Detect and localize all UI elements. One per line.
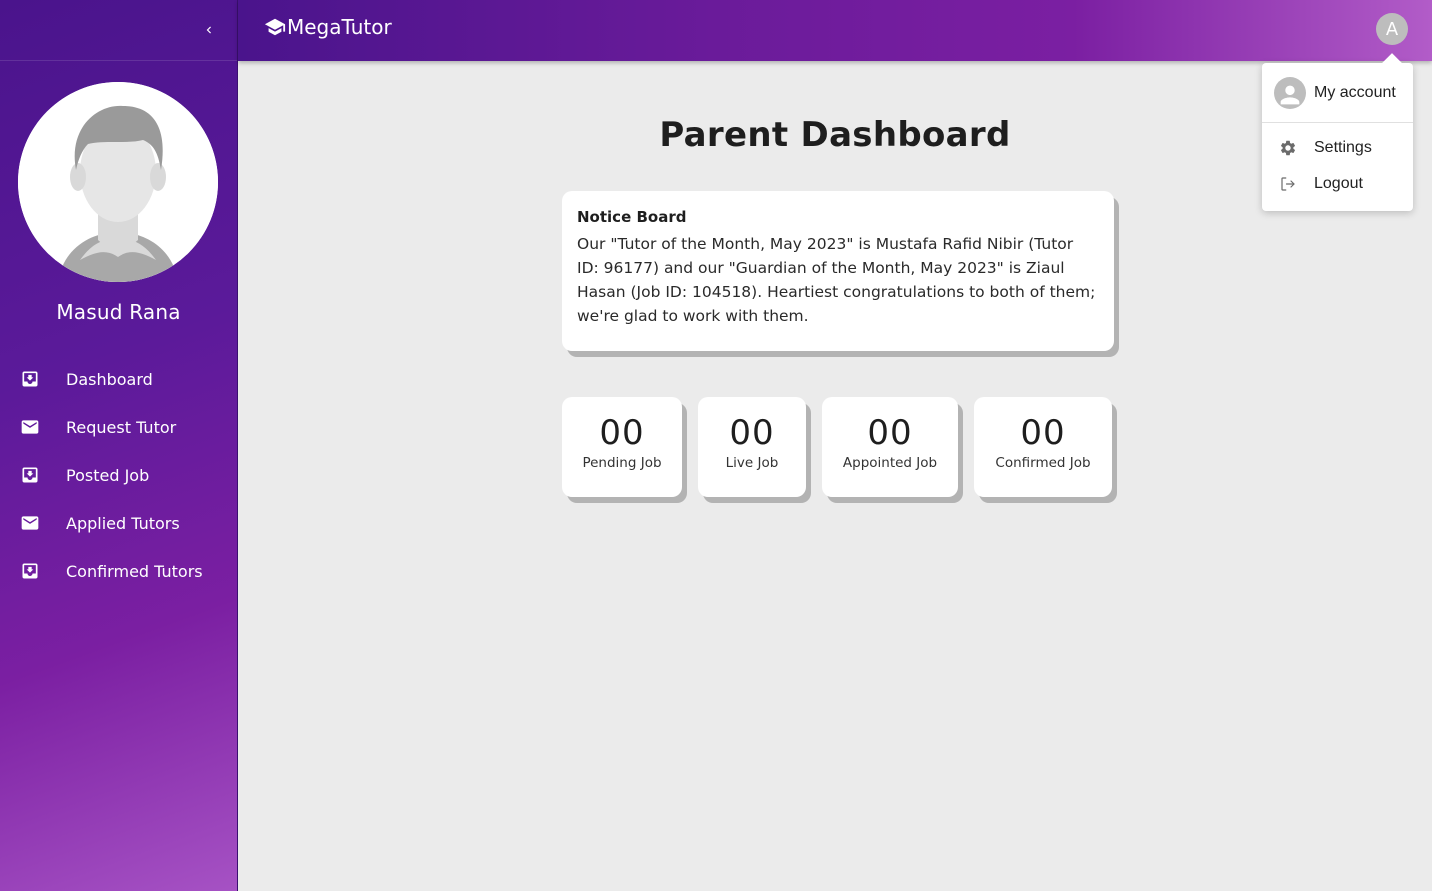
sidebar-item-label: Dashboard	[66, 369, 153, 389]
brand-name: MegaTutor	[287, 15, 392, 39]
stat-card-appointed-job[interactable]: 00 Appointed Job	[822, 397, 958, 497]
sidebar-item-dashboard[interactable]: Dashboard	[0, 355, 237, 403]
mail-icon	[19, 416, 41, 438]
stat-card-pending-job[interactable]: 00 Pending Job	[562, 397, 682, 497]
collapse-sidebar-button[interactable]	[196, 17, 222, 43]
sidebar-item-confirmed-tutors[interactable]: Confirmed Tutors	[0, 547, 237, 595]
notice-board-body: Our "Tutor of the Month, May 2023" is Mu…	[577, 235, 1096, 325]
stat-card-live-job[interactable]: 00 Live Job	[698, 397, 806, 497]
page-title: Parent Dashboard	[659, 115, 1011, 155]
stat-label: Live Job	[725, 455, 779, 471]
sidebar-nav: Dashboard Request Tutor Posted Job Appli…	[0, 355, 237, 595]
stat-label: Pending Job	[582, 455, 662, 471]
menu-item-logout[interactable]: Logout	[1262, 172, 1413, 196]
stat-label: Confirmed Job	[995, 455, 1091, 471]
notice-board-title: Notice Board	[577, 208, 687, 226]
sidebar-item-label: Applied Tutors	[66, 513, 180, 533]
menu-item-label: Logout	[1314, 175, 1363, 192]
mail-icon	[19, 512, 41, 534]
chevron-left-icon	[206, 26, 211, 34]
sidebar-item-applied-tutors[interactable]: Applied Tutors	[0, 499, 237, 547]
brand-logo[interactable]: MegaTutor	[264, 15, 392, 39]
notice-board-card: Notice Board Our "Tutor of the Month, Ma…	[562, 191, 1114, 351]
person-icon	[1274, 77, 1306, 109]
inbox-download-icon	[19, 560, 41, 582]
account-avatar-button[interactable]: A	[1376, 13, 1408, 45]
sidebar-item-request-tutor[interactable]: Request Tutor	[0, 403, 237, 451]
profile-avatar	[18, 82, 218, 282]
inbox-download-icon	[19, 368, 41, 390]
sidebar: Masud Rana Dashboard Request Tutor Poste…	[0, 0, 238, 891]
graduation-cap-icon	[264, 18, 286, 36]
top-app-bar: MegaTutor A	[238, 0, 1432, 61]
stat-label: Appointed Job	[842, 455, 938, 471]
stat-value: 00	[599, 413, 645, 453]
sidebar-item-label: Posted Job	[66, 465, 150, 485]
inbox-download-icon	[19, 464, 41, 486]
menu-item-my-account[interactable]: My account	[1262, 75, 1413, 111]
sidebar-top	[0, 0, 237, 61]
sidebar-item-label: Confirmed Tutors	[66, 561, 203, 581]
logout-icon	[1278, 174, 1298, 194]
sidebar-item-label: Request Tutor	[66, 417, 177, 437]
stat-value: 00	[867, 413, 913, 453]
user-name: Masud Rana	[56, 300, 181, 324]
sidebar-item-posted-job[interactable]: Posted Job	[0, 451, 237, 499]
stat-card-confirmed-job[interactable]: 00 Confirmed Job	[974, 397, 1112, 497]
stat-value: 00	[729, 413, 775, 453]
menu-item-label: My account	[1314, 84, 1396, 101]
stat-value: 00	[1020, 413, 1066, 453]
